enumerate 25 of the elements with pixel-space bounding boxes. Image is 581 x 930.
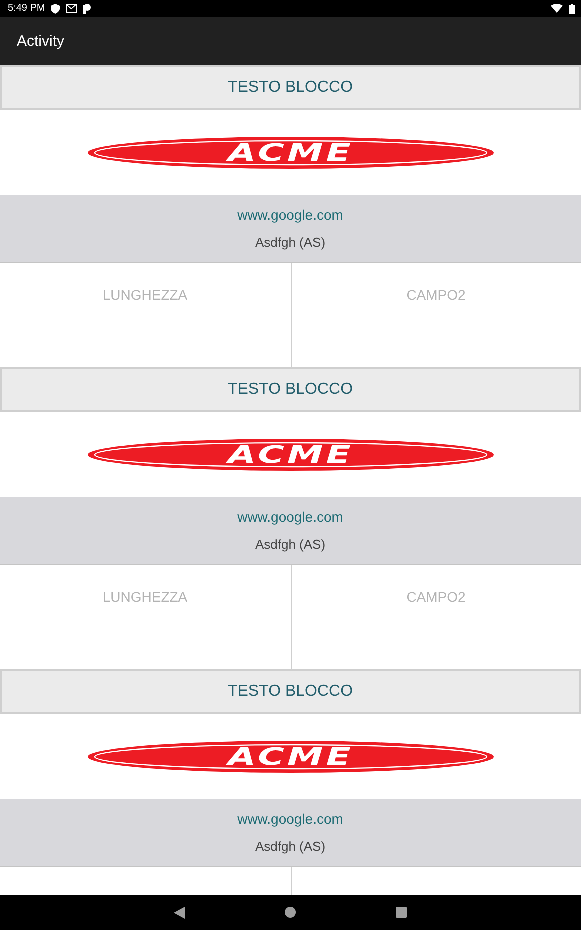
- website-link[interactable]: www.google.com: [238, 811, 344, 827]
- wifi-icon: [551, 4, 563, 13]
- logo-text: ACME: [228, 140, 354, 164]
- field-label: LUNGHEZZA: [102, 287, 188, 305]
- back-icon[interactable]: [174, 906, 185, 918]
- field-label: CAMPO2: [406, 287, 466, 305]
- app-title: Activity: [17, 32, 65, 50]
- mail-icon: [66, 4, 78, 13]
- field-label: CAMPO2: [406, 589, 466, 607]
- block-header-button[interactable]: TESTO BLOCCO: [0, 669, 581, 714]
- name-text: Asdfgh (AS): [255, 235, 326, 250]
- name-text: Asdfgh (AS): [255, 839, 326, 854]
- logo-text: ACME: [228, 442, 354, 466]
- home-icon[interactable]: [285, 907, 296, 918]
- logo-text: ACME: [228, 744, 354, 768]
- status-time: 5:49 PM: [8, 3, 46, 14]
- field-label: LUNGHEZZA: [102, 589, 188, 607]
- name-text: Asdfgh (AS): [255, 537, 326, 552]
- battery-icon: [569, 4, 575, 14]
- block-header-button[interactable]: TESTO BLOCCO: [0, 65, 581, 110]
- shield-icon: [51, 4, 60, 14]
- website-link[interactable]: www.google.com: [238, 509, 344, 525]
- website-link[interactable]: www.google.com: [238, 207, 344, 223]
- block-header-button[interactable]: TESTO BLOCCO: [0, 367, 581, 412]
- p-icon: [83, 4, 92, 14]
